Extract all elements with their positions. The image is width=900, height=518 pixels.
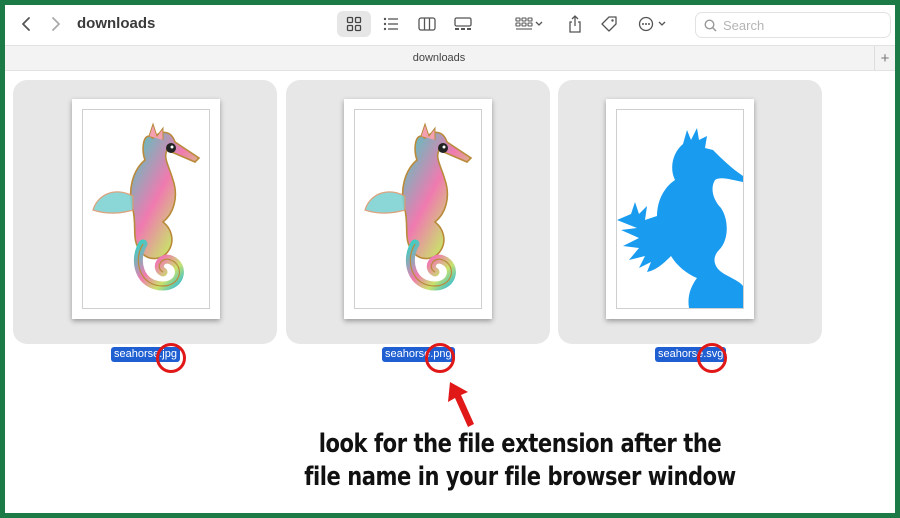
more-actions-button[interactable]: [633, 11, 673, 37]
window-title: downloads: [77, 15, 156, 32]
tag-button[interactable]: [595, 11, 623, 37]
chevron-right-icon: [52, 17, 60, 31]
share-icon: [569, 15, 581, 33]
group-icon: [515, 17, 543, 30]
column-view-icon: [418, 17, 436, 31]
extension-highlight-circle: [156, 343, 186, 373]
new-tab-button[interactable]: +: [874, 46, 895, 70]
forward-button[interactable]: [45, 13, 67, 35]
extension-highlight-circle: [697, 343, 727, 373]
file-thumbnail: [344, 99, 492, 319]
file-item-svg[interactable]: [558, 80, 822, 344]
grid-view-icon: [346, 16, 362, 32]
seahorse-illustration: [364, 122, 473, 291]
tag-icon: [601, 16, 617, 32]
file-item-jpg[interactable]: [13, 80, 277, 344]
group-button[interactable]: [509, 11, 549, 37]
seahorse-silhouette: [617, 128, 743, 308]
file-thumbnail: [606, 99, 754, 319]
plus-icon: +: [880, 49, 890, 67]
search-field[interactable]: [695, 12, 891, 38]
more-icon: [638, 16, 666, 32]
icon-view-button[interactable]: [337, 11, 371, 37]
column-view-button[interactable]: [411, 11, 443, 37]
seahorse-illustration: [92, 122, 201, 291]
share-button[interactable]: [561, 11, 589, 37]
list-view-icon: [383, 17, 398, 31]
file-thumbnail: [72, 99, 220, 319]
annotation-line-1: look for the file extension after the: [318, 429, 722, 459]
gallery-view-icon: [454, 17, 472, 30]
file-item-png[interactable]: [286, 80, 550, 344]
path-bar: downloads +: [5, 45, 895, 71]
chevron-left-icon: [22, 17, 30, 31]
extension-highlight-circle: [425, 343, 455, 373]
path-label: downloads: [412, 52, 466, 64]
gallery-view-button[interactable]: [447, 11, 479, 37]
annotation-text: look for the file extension after the fi…: [250, 428, 790, 494]
annotation-line-2: file name in your file browser window: [304, 462, 736, 492]
back-button[interactable]: [15, 13, 37, 35]
search-icon: [704, 18, 717, 32]
toolbar: downloads: [5, 5, 895, 45]
red-arrow-icon: [448, 382, 474, 427]
search-input[interactable]: [721, 16, 885, 34]
list-view-button[interactable]: [375, 11, 407, 37]
